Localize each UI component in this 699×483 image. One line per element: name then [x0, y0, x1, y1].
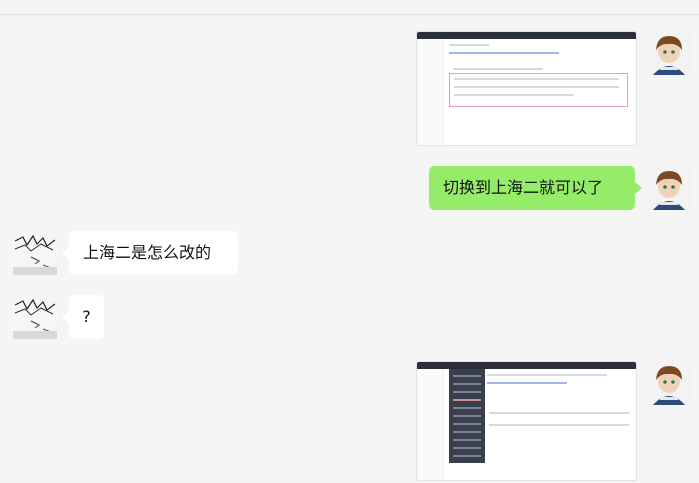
- scribble-avatar-icon: [13, 231, 57, 275]
- boy-avatar-icon: [647, 31, 691, 75]
- message-bubble-contact[interactable]: ?: [69, 295, 104, 339]
- thumb-dropdown-item: [453, 383, 481, 385]
- thumb-line: [489, 424, 629, 426]
- message-bubble-contact[interactable]: 上海二是怎么改的: [69, 231, 238, 275]
- thumb-line: [449, 44, 489, 46]
- thumb-sidebar: [417, 39, 444, 145]
- message-text: 切换到上海二就可以了: [443, 178, 604, 197]
- thumb-dropdown-item: [453, 415, 481, 417]
- message-bubble-self[interactable]: 切换到上海二就可以了: [429, 166, 635, 210]
- self-avatar[interactable]: [647, 166, 691, 210]
- thumb-dropdown-item: [453, 431, 481, 433]
- image-message-2[interactable]: [416, 361, 637, 481]
- thumb-dropdown-item: [453, 399, 481, 401]
- scribble-avatar-icon: [13, 295, 57, 339]
- thumb-line: [454, 94, 574, 96]
- thumb-topbar: [417, 32, 636, 39]
- thumb-line: [487, 382, 567, 384]
- self-avatar[interactable]: [647, 31, 691, 75]
- thumb-line: [487, 374, 607, 376]
- thumb-line: [489, 412, 629, 414]
- thumb-dropdown-item: [453, 423, 481, 425]
- thumb-region-dropdown: [449, 369, 485, 463]
- chat-top-divider: [0, 14, 699, 15]
- boy-avatar-icon: [647, 166, 691, 210]
- contact-avatar[interactable]: [13, 231, 57, 275]
- thumb-sidebar: [417, 369, 444, 480]
- message-text: ?: [82, 307, 91, 326]
- message-text: 上海二是怎么改的: [83, 243, 212, 262]
- thumb-dropdown-item: [453, 407, 481, 409]
- thumb-dropdown-item: [453, 455, 481, 457]
- bubble-tail: [62, 247, 69, 259]
- thumb-dropdown-item: [453, 375, 481, 377]
- self-avatar[interactable]: [647, 361, 691, 405]
- thumb-dropdown-item: [453, 447, 481, 449]
- thumb-topbar: [417, 362, 636, 369]
- thumb-line: [454, 78, 619, 80]
- contact-avatar[interactable]: [13, 295, 57, 339]
- thumb-dropdown-item: [453, 439, 481, 441]
- thumb-dropdown-item: [453, 391, 481, 393]
- thumb-line: [454, 86, 619, 88]
- boy-avatar-icon: [647, 361, 691, 405]
- thumb-line: [449, 52, 559, 54]
- thumb-line: [453, 68, 543, 70]
- image-message-1[interactable]: [416, 31, 637, 146]
- bubble-tail: [62, 311, 69, 323]
- bubble-tail: [635, 182, 642, 194]
- thumb-highlight-box: [449, 73, 628, 107]
